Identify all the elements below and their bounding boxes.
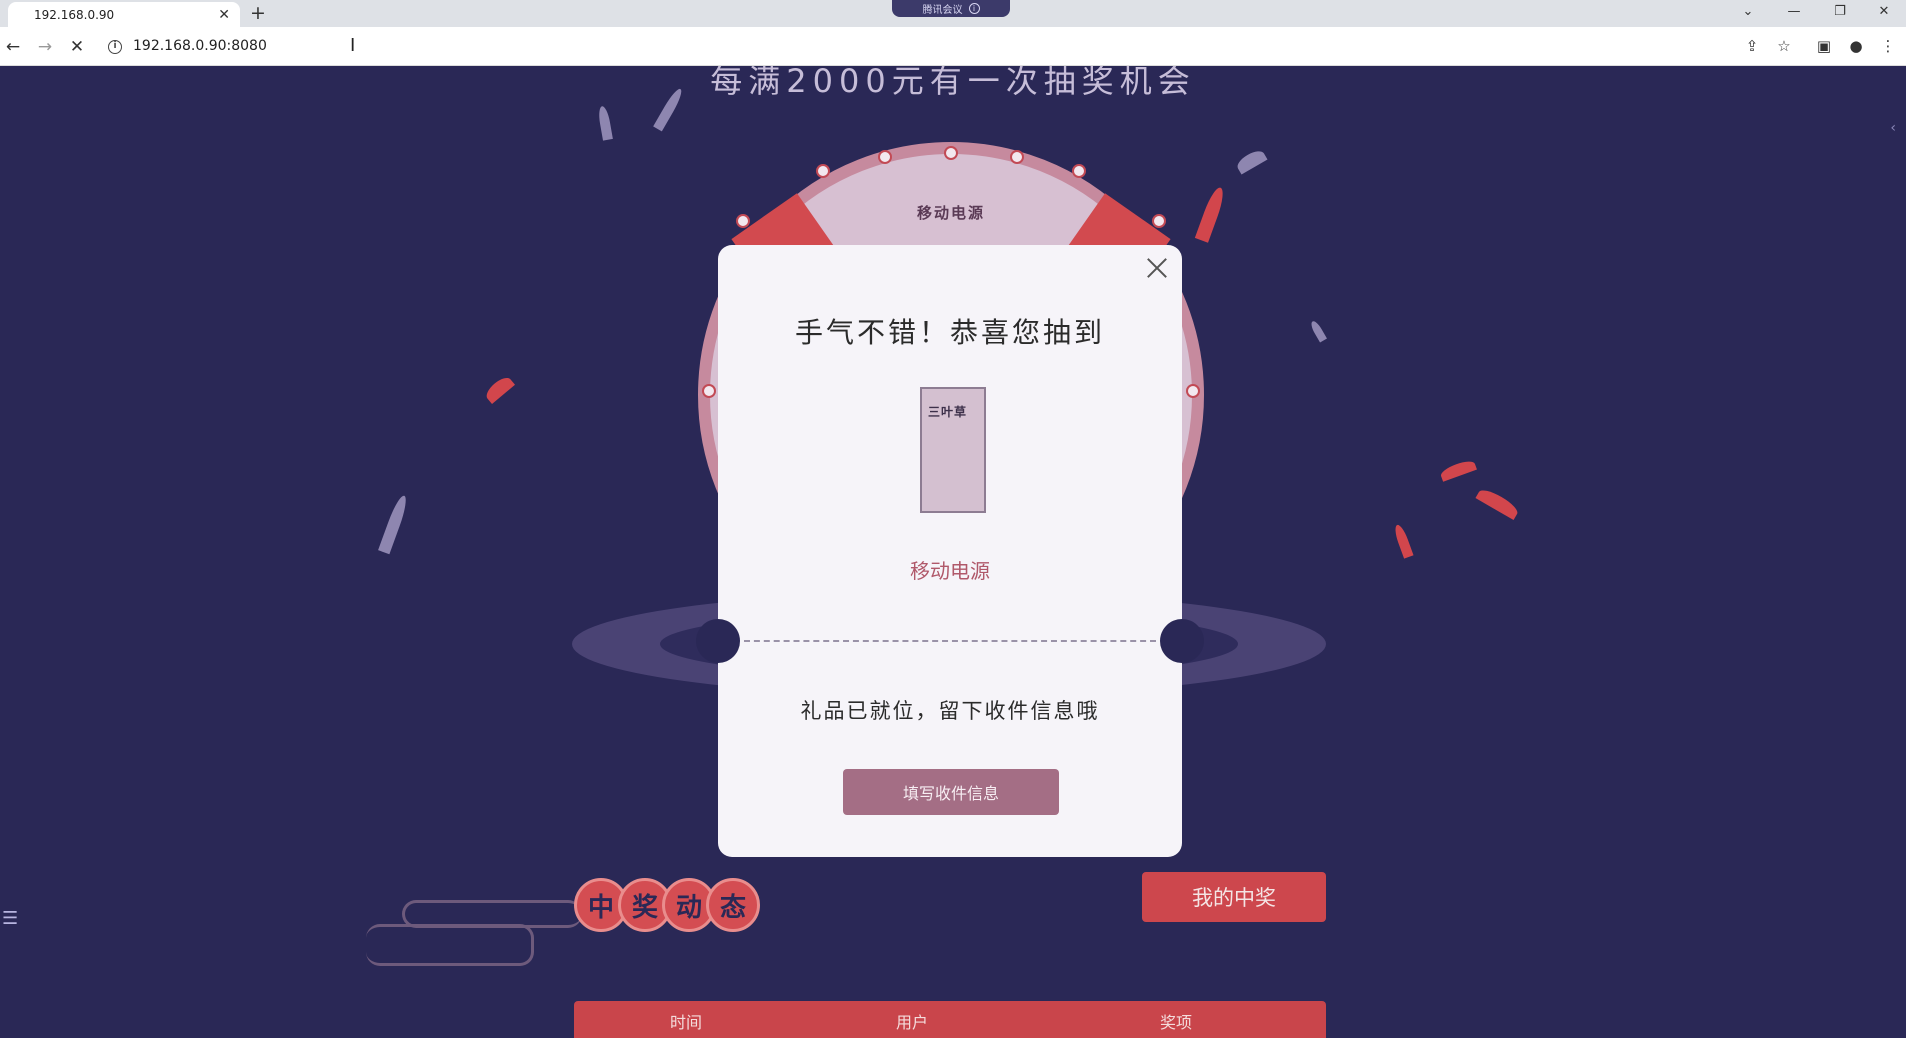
- wheel-bulb: [736, 214, 750, 228]
- cloud-decoration: [366, 924, 534, 966]
- confetti: [1439, 458, 1477, 482]
- window-close-button[interactable]: ✕: [1862, 0, 1906, 22]
- prize-brand-mark: 三叶草: [928, 405, 968, 419]
- share-icon[interactable]: ⇪: [1742, 36, 1762, 56]
- prize-modal: 手气不错！恭喜您抽到 三叶草 移动电源 礼品已就位，留下收件信息哦 填写收件信息: [696, 245, 1204, 857]
- restore-button[interactable]: ❐: [1818, 0, 1862, 22]
- prize-name: 移动电源: [910, 559, 990, 583]
- confetti: [1194, 185, 1228, 243]
- prize-image: 三叶草: [920, 387, 986, 513]
- wheel-bulb: [944, 146, 958, 160]
- wheel-bulb: [816, 164, 830, 178]
- wheel-bulb: [878, 150, 892, 164]
- ticket-notch: [696, 619, 740, 663]
- confetti: [1392, 523, 1414, 559]
- my-prizes-button[interactable]: 我的中奖: [1142, 872, 1326, 922]
- wheel-bulb: [1186, 384, 1200, 398]
- meeting-badge[interactable]: 腾讯会议 i: [892, 0, 1010, 17]
- site-info-icon[interactable]: i: [108, 40, 122, 54]
- browser-tab[interactable]: 192.168.0.90 ✕: [8, 2, 240, 27]
- winners-feed-title: 中 奖 动 态: [574, 878, 760, 932]
- address-bar: ← → ✕ i 192.168.0.90:8080 I ⇪ ☆ ▣ ● ⋮: [0, 27, 1906, 66]
- confetti: [483, 373, 515, 405]
- winners-title-char: 态: [706, 878, 760, 932]
- modal-subtitle: 礼品已就位，留下收件信息哦: [800, 699, 1100, 723]
- column-header-prize: 奖项: [1160, 1013, 1193, 1032]
- wheel-bulb: [702, 384, 716, 398]
- side-menu-icon[interactable]: ☰: [2, 908, 18, 929]
- text-cursor-icon: I: [350, 35, 356, 56]
- back-arrow-icon[interactable]: ←: [2, 36, 24, 58]
- wheel-bulb: [1072, 164, 1086, 178]
- dashed-divider: [744, 640, 1156, 642]
- info-icon: i: [968, 3, 980, 14]
- modal-title: 手气不错！恭喜您抽到: [794, 316, 1105, 349]
- close-icon[interactable]: [1142, 253, 1172, 283]
- tab-close-icon[interactable]: ✕: [218, 7, 230, 23]
- fill-address-button[interactable]: 填写收件信息: [843, 769, 1059, 815]
- meeting-badge-label: 腾讯会议: [922, 5, 963, 16]
- new-tab-button[interactable]: +: [250, 3, 266, 23]
- profile-icon[interactable]: ●: [1846, 36, 1866, 56]
- minimize-button[interactable]: —: [1772, 0, 1816, 22]
- forward-arrow-icon[interactable]: →: [34, 36, 56, 58]
- winners-table-header: 时间 用户 奖项: [574, 1001, 1326, 1038]
- confetti: [1234, 147, 1268, 175]
- menu-dots-icon[interactable]: ⋮: [1878, 36, 1898, 56]
- page-headline: 每满2000元有一次抽奖机会: [710, 66, 1196, 100]
- tab-title: 192.168.0.90: [34, 7, 115, 22]
- wheel-segment-label: 移动电源: [916, 204, 985, 222]
- column-header-user: 用户: [896, 1013, 929, 1032]
- tab-search-dropdown-icon[interactable]: ⌄: [1726, 0, 1770, 22]
- confetti: [1475, 485, 1521, 521]
- wheel-bulb: [1152, 214, 1166, 228]
- bookmark-star-icon[interactable]: ☆: [1774, 36, 1794, 56]
- url-field[interactable]: 192.168.0.90:8080: [133, 38, 267, 54]
- confetti: [597, 105, 613, 141]
- confetti: [378, 493, 410, 555]
- browser-tab-bar: 192.168.0.90 ✕ + 腾讯会议 i ⌄ — ❐ ✕: [0, 0, 1906, 27]
- confetti: [1309, 319, 1327, 343]
- stop-loading-icon[interactable]: ✕: [66, 36, 88, 58]
- wheel-bulb: [1010, 150, 1024, 164]
- column-header-time: 时间: [670, 1013, 703, 1032]
- side-panel-icon[interactable]: ▣: [1814, 36, 1834, 56]
- ticket-notch: [1160, 619, 1204, 663]
- side-collapse-icon[interactable]: ‹: [1890, 120, 1896, 136]
